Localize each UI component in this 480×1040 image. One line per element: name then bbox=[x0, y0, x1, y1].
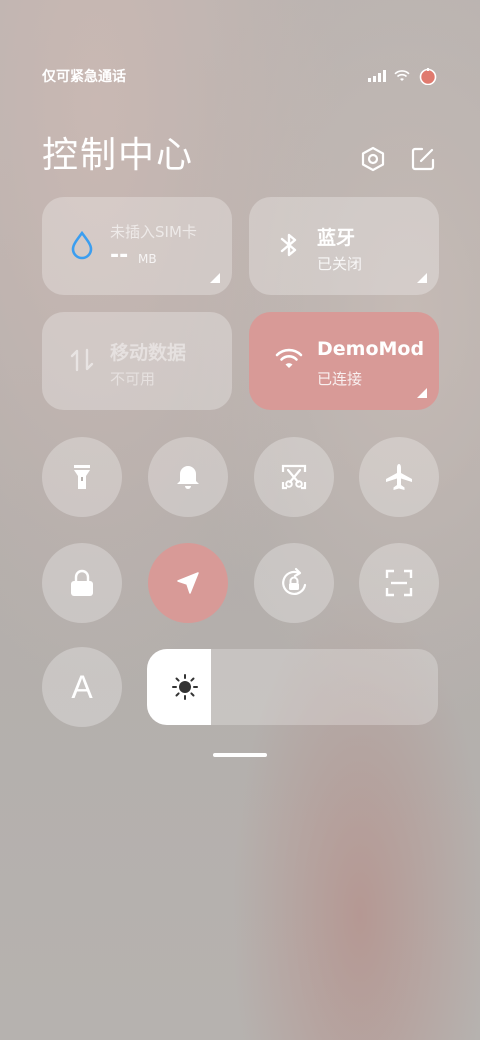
tile-mobile-data-status: 不可用 bbox=[110, 370, 156, 388]
wifi-icon bbox=[275, 348, 303, 368]
tile-wifi[interactable]: DemoMod 已连接 bbox=[249, 312, 439, 410]
tile-expand-corner bbox=[210, 273, 220, 283]
toggle-scanner[interactable] bbox=[359, 543, 439, 623]
tile-bluetooth[interactable]: 蓝牙 已关闭 bbox=[249, 197, 439, 295]
signal-icon bbox=[368, 70, 386, 82]
page-title: 控制中心 bbox=[42, 135, 195, 176]
water-drop-icon bbox=[71, 230, 93, 260]
tile-data-usage-unit: MB bbox=[138, 252, 157, 266]
toggle-location[interactable] bbox=[148, 543, 228, 623]
tile-data-usage-title: 未插入SIM卡 bbox=[110, 223, 197, 241]
battery-icon bbox=[419, 68, 437, 85]
mobile-data-icon bbox=[70, 348, 94, 372]
tile-expand-corner bbox=[417, 388, 427, 398]
sun-icon bbox=[172, 674, 198, 700]
toggle-rotation-lock[interactable] bbox=[254, 543, 334, 623]
brightness-slider[interactable] bbox=[147, 649, 438, 725]
edit-icon bbox=[411, 147, 435, 171]
tile-wifi-title: DemoMod bbox=[317, 338, 423, 360]
airplane-icon bbox=[386, 464, 412, 490]
rotation-lock-icon bbox=[282, 567, 307, 595]
edit-button[interactable] bbox=[408, 144, 438, 174]
toggle-flashlight[interactable] bbox=[42, 437, 122, 517]
tile-expand-corner bbox=[417, 273, 427, 283]
settings-icon bbox=[361, 146, 385, 172]
toggle-lock-screen[interactable] bbox=[42, 543, 122, 623]
tile-wifi-status: 已连接 bbox=[317, 370, 363, 388]
status-bar: 仅可紧急通话 bbox=[42, 64, 438, 88]
wifi-icon bbox=[394, 70, 410, 81]
location-icon bbox=[177, 572, 199, 594]
toggle-screenshot[interactable] bbox=[254, 437, 334, 517]
home-indicator[interactable] bbox=[213, 753, 267, 757]
tile-bluetooth-status: 已关闭 bbox=[317, 255, 363, 273]
bluetooth-icon bbox=[280, 233, 297, 257]
lock-icon bbox=[71, 569, 93, 596]
tile-bluetooth-title: 蓝牙 bbox=[317, 227, 356, 249]
tile-data-usage-value: -- bbox=[110, 243, 129, 268]
tile-data-usage[interactable]: 未插入SIM卡 -- MB bbox=[42, 197, 232, 295]
font-size-button[interactable]: A bbox=[42, 647, 122, 727]
flashlight-icon bbox=[74, 465, 90, 489]
status-icons bbox=[368, 67, 438, 85]
screenshot-icon bbox=[281, 464, 307, 490]
scan-icon bbox=[385, 569, 413, 597]
font-size-label: A bbox=[71, 668, 93, 705]
toggle-sound[interactable] bbox=[148, 437, 228, 517]
tile-mobile-data-title: 移动数据 bbox=[110, 342, 187, 364]
header-actions bbox=[358, 144, 438, 174]
settings-button[interactable] bbox=[358, 144, 388, 174]
toggle-airplane[interactable] bbox=[359, 437, 439, 517]
carrier-text: 仅可紧急通话 bbox=[42, 69, 126, 85]
bell-icon bbox=[177, 466, 199, 489]
tile-mobile-data[interactable]: 移动数据 不可用 bbox=[42, 312, 232, 410]
